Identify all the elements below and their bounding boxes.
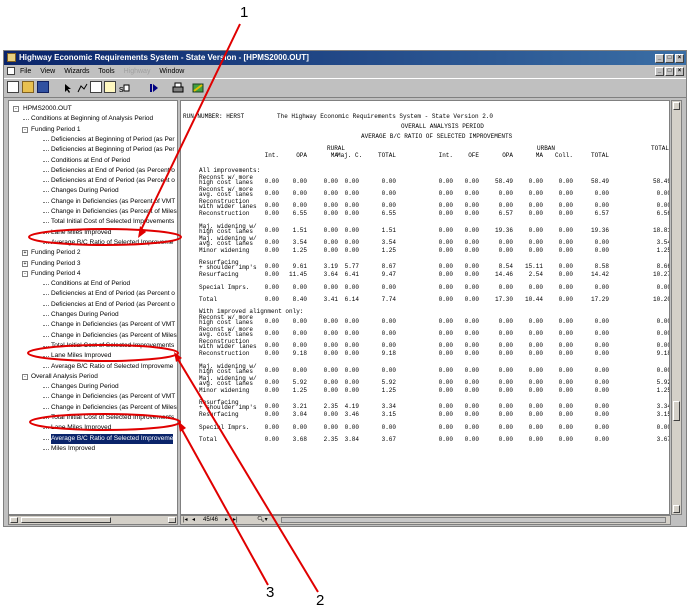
callout-number-1: 1 xyxy=(240,4,249,21)
callout-number-2: 2 xyxy=(316,592,325,609)
callout-line-3 xyxy=(179,425,269,586)
callout-ellipse-1 xyxy=(28,228,182,246)
callout-ellipse-2 xyxy=(27,344,179,362)
callout-line-2 xyxy=(175,355,319,593)
callout-ellipse-3 xyxy=(29,413,181,431)
callout-arrowhead-3 xyxy=(178,421,186,432)
callout-overlay xyxy=(27,23,319,593)
callout-line-1 xyxy=(139,23,241,233)
callout-number-3: 3 xyxy=(266,584,275,601)
